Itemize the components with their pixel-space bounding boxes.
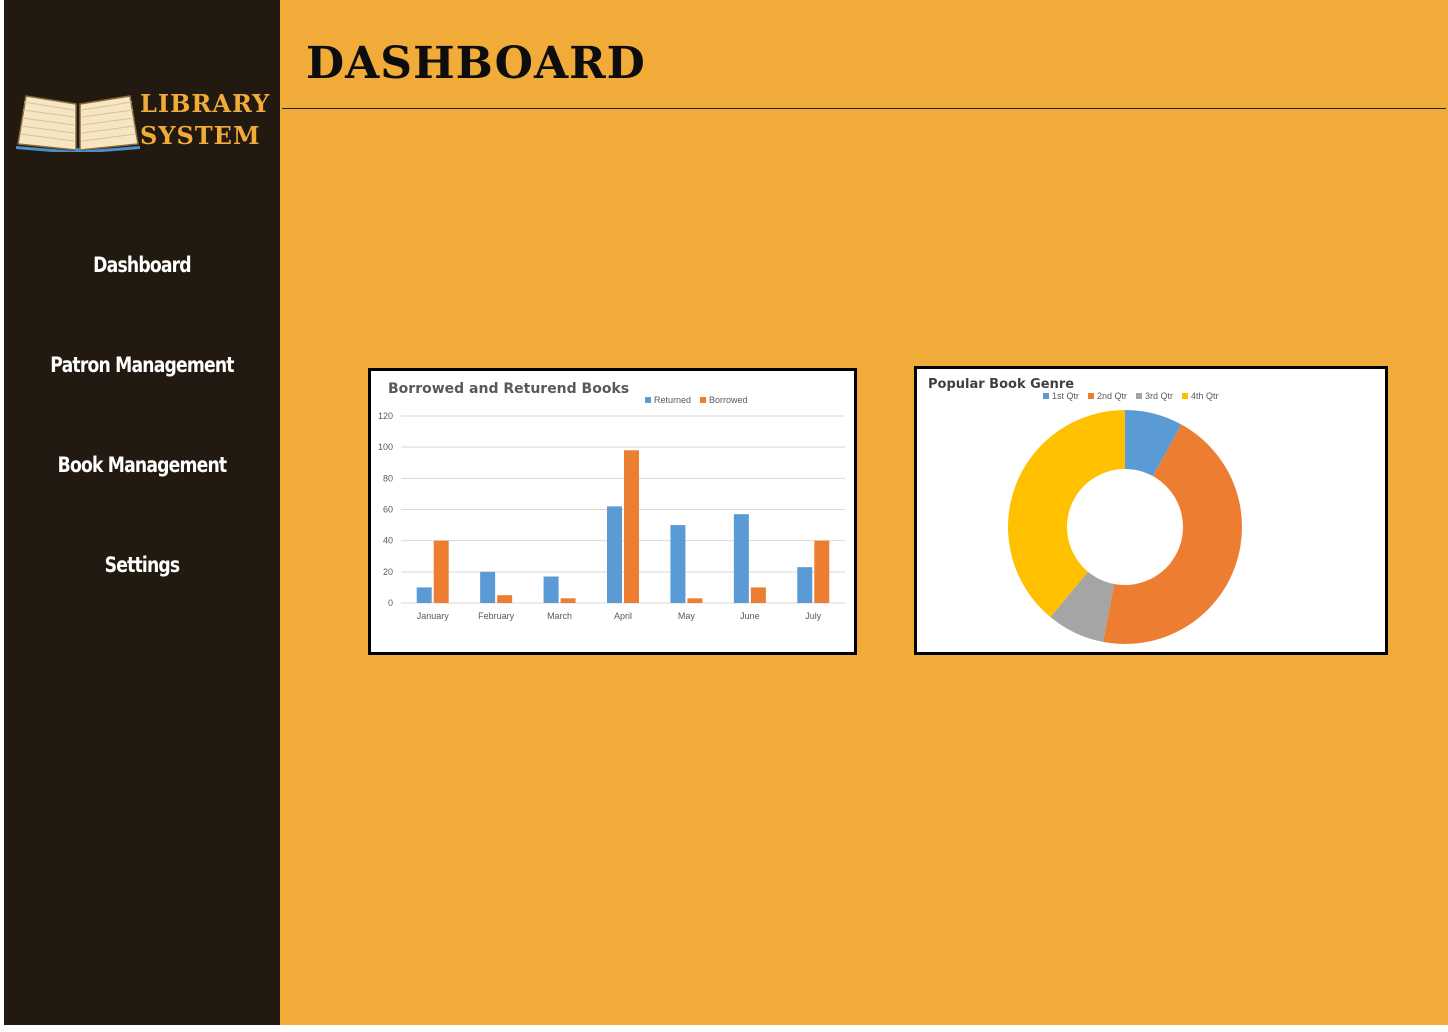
bar-returned	[733, 514, 749, 603]
nav-settings[interactable]: Settings	[29, 546, 255, 646]
bar-returned	[670, 525, 686, 603]
x-tick-label: July	[805, 611, 822, 621]
bar-returned	[416, 587, 432, 603]
bar-returned	[543, 576, 559, 603]
open-book-icon	[16, 95, 140, 152]
y-tick-label: 80	[383, 473, 393, 483]
sidebar: LIBRARY SYSTEM Dashboard Patron Manageme…	[4, 0, 280, 1025]
logo-line-2: SYSTEM	[140, 121, 261, 150]
x-tick-label: May	[678, 611, 696, 621]
bar-returned	[797, 567, 813, 603]
bar-borrowed	[433, 540, 449, 603]
x-tick-label: April	[614, 611, 632, 621]
y-tick-label: 20	[383, 567, 393, 577]
bar-chart: 0 20 40 60 80 100 120 January February March April…	[378, 411, 845, 621]
x-tick-label: March	[547, 611, 572, 621]
bar-borrowed	[687, 598, 703, 603]
main-content: DASHBOARD Borrowed and Returend Books Re…	[280, 0, 1448, 1025]
donut-chart-card: Popular Book Genre 1st Qtr 2nd Qtr 3rd Q…	[914, 366, 1388, 655]
bar-borrowed	[814, 540, 830, 603]
donut-chart	[1008, 410, 1242, 644]
nav-patron-management[interactable]: Patron Management	[29, 346, 255, 446]
y-tick-label: 60	[383, 505, 393, 515]
x-tick-label: June	[740, 611, 760, 621]
x-tick-label: February	[478, 611, 515, 621]
y-tick-label: 120	[378, 411, 393, 421]
y-tick-label: 100	[378, 442, 393, 452]
nav-dashboard[interactable]: Dashboard	[29, 246, 255, 346]
logo-line-1: LIBRARY	[140, 89, 271, 118]
y-tick-label: 0	[388, 598, 393, 608]
bar-borrowed	[560, 598, 576, 603]
page-title: DASHBOARD	[306, 38, 646, 89]
bar-borrowed	[497, 595, 513, 603]
bar-borrowed	[624, 450, 639, 603]
logo: LIBRARY SYSTEM	[16, 82, 276, 154]
bar-returned	[607, 506, 622, 603]
sidebar-nav: Dashboard Patron Management Book Managem…	[4, 246, 280, 646]
bar-borrowed	[750, 587, 766, 603]
nav-book-management[interactable]: Book Management	[29, 446, 255, 546]
y-tick-label: 40	[383, 536, 393, 546]
bar-chart-card: Borrowed and Returend Books Returned Bor…	[368, 368, 857, 655]
bar-returned	[480, 571, 496, 603]
x-tick-label: January	[417, 611, 450, 621]
title-divider	[282, 108, 1446, 109]
